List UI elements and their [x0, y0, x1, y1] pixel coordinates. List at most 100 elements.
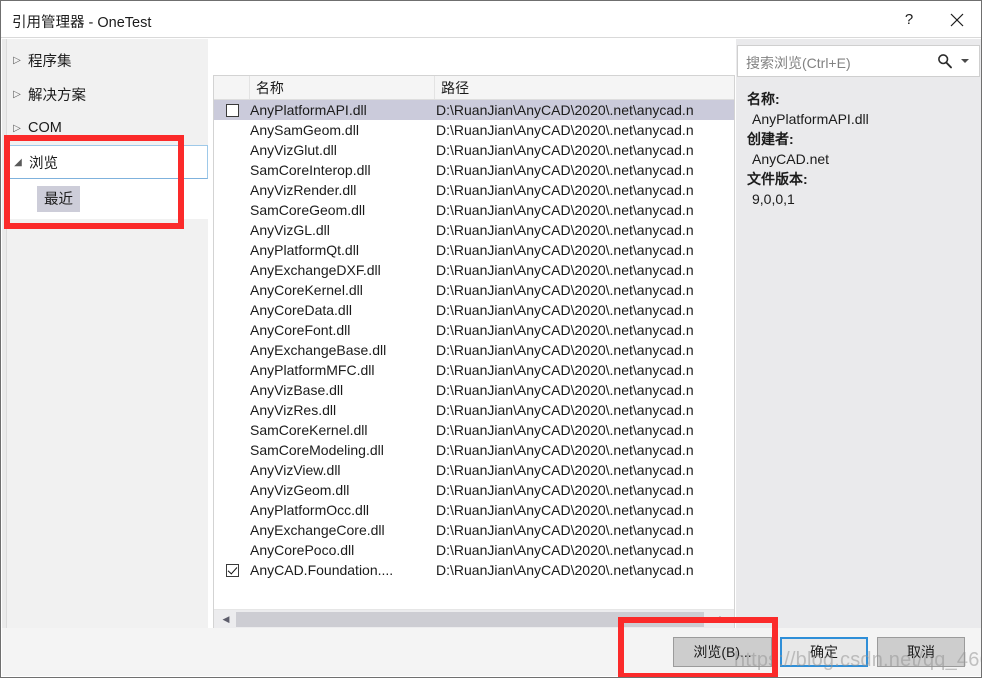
search-input[interactable]: 搜索浏览(Ctrl+E) — [746, 53, 851, 73]
detail-name-value: AnyPlatformAPI.dll — [752, 111, 869, 127]
sidebar-item-label: 浏览 — [29, 155, 58, 172]
row-name-cell: SamCoreGeom.dll — [250, 202, 366, 218]
row-name-cell: AnyVizGL.dll — [250, 222, 330, 238]
row-name-cell: AnyCoreKernel.dll — [250, 282, 363, 298]
question-mark-icon: ? — [904, 11, 914, 28]
row-name-cell: AnyCoreData.dll — [250, 302, 352, 318]
table-row[interactable]: AnyPlatformOcc.dll D:\RuanJian\AnyCAD\202… — [214, 500, 734, 520]
sidebar-item-solution[interactable]: ▷ 解决方案 — [6, 77, 208, 111]
row-path-cell: D:\RuanJian\AnyCAD\2020\.net\anycad.n — [436, 182, 694, 198]
table-row[interactable]: AnyVizGL.dll D:\RuanJian\AnyCAD\2020\.net… — [214, 220, 734, 240]
row-name-cell: SamCoreInterop.dll — [250, 162, 371, 178]
sidebar-item-com[interactable]: ▷ COM — [6, 111, 208, 145]
table-row[interactable]: SamCoreModeling.dll D:\RuanJian\AnyCAD\20… — [214, 440, 734, 460]
chevron-right-icon: ▷ — [13, 54, 21, 66]
row-name-cell: AnyVizRender.dll — [250, 182, 357, 198]
scroll-left-arrow-icon[interactable]: ◀ — [217, 610, 235, 629]
row-path-cell: D:\RuanJian\AnyCAD\2020\.net\anycad.n — [436, 282, 694, 298]
checkbox-icon[interactable] — [225, 103, 239, 117]
row-name-cell: AnyPlatformMFC.dll — [250, 362, 375, 378]
row-path-cell: D:\RuanJian\AnyCAD\2020\.net\anycad.n — [436, 382, 694, 398]
cancel-button[interactable]: 取消 — [877, 637, 965, 667]
horizontal-scrollbar[interactable]: ◀ ▶ — [214, 609, 734, 629]
row-checkbox-cell[interactable] — [214, 103, 250, 117]
selected-item-details: 名称: AnyPlatformAPI.dll 创建者: AnyCAD.net 文… — [747, 89, 977, 209]
row-name-cell: AnyExchangeDXF.dll — [250, 262, 381, 278]
checkbox-checked-icon[interactable] — [225, 563, 239, 577]
column-header-name[interactable]: 名称 — [250, 76, 436, 99]
list-header-row: 名称 路径 — [214, 76, 734, 100]
row-name-cell: AnyCoreFont.dll — [250, 322, 351, 338]
page-title: 引用管理器 - OneTest — [12, 15, 152, 31]
title-bar: 引用管理器 - OneTest ? — [1, 1, 981, 38]
close-button[interactable] — [933, 1, 981, 38]
table-row[interactable]: AnyCoreKernel.dll D:\RuanJian\AnyCAD\2020… — [214, 280, 734, 300]
table-row[interactable]: AnyPlatformMFC.dll D:\RuanJian\AnyCAD\202… — [214, 360, 734, 380]
row-path-cell: D:\RuanJian\AnyCAD\2020\.net\anycad.n — [436, 522, 694, 538]
sidebar-subgroup-browse: 最近 — [6, 179, 208, 219]
row-name-cell: SamCoreModeling.dll — [250, 442, 384, 458]
sidebar-item-assemblies[interactable]: ▷ 程序集 — [6, 43, 208, 77]
row-name-cell: AnyVizBase.dll — [250, 382, 344, 398]
category-tree: ▷ 程序集 ▷ 解决方案 ▷ COM ◢ 浏览 最近 — [2, 39, 208, 630]
table-row[interactable]: AnyVizRes.dll D:\RuanJian\AnyCAD\2020\.ne… — [214, 400, 734, 420]
close-icon — [950, 13, 964, 26]
table-row[interactable]: AnyVizView.dll D:\RuanJian\AnyCAD\2020\.n… — [214, 460, 734, 480]
table-row[interactable]: AnyCoreData.dll D:\RuanJian\AnyCAD\2020\.… — [214, 300, 734, 320]
row-name-cell: AnyPlatformAPI.dll — [250, 102, 367, 118]
scroll-right-arrow-icon[interactable]: ▶ — [714, 610, 732, 629]
row-name-cell: AnyVizView.dll — [250, 462, 341, 478]
table-row[interactable]: AnyExchangeDXF.dll D:\RuanJian\AnyCAD\202… — [214, 260, 734, 280]
table-row[interactable]: AnyVizBase.dll D:\RuanJian\AnyCAD\2020\.n… — [214, 380, 734, 400]
table-row[interactable]: AnySamGeom.dll D:\RuanJian\AnyCAD\2020\.n… — [214, 120, 734, 140]
help-button[interactable]: ? — [885, 1, 933, 38]
row-path-cell: D:\RuanJian\AnyCAD\2020\.net\anycad.n — [436, 262, 694, 278]
row-path-cell: D:\RuanJian\AnyCAD\2020\.net\anycad.n — [436, 422, 694, 438]
column-header-path[interactable]: 路径 — [435, 76, 734, 99]
row-path-cell: D:\RuanJian\AnyCAD\2020\.net\anycad.n — [436, 102, 694, 118]
table-row[interactable]: AnyExchangeCore.dll D:\RuanJian\AnyCAD\20… — [214, 520, 734, 540]
row-path-cell: D:\RuanJian\AnyCAD\2020\.net\anycad.n — [436, 162, 694, 178]
row-path-cell: D:\RuanJian\AnyCAD\2020\.net\anycad.n — [436, 562, 694, 578]
row-path-cell: D:\RuanJian\AnyCAD\2020\.net\anycad.n — [436, 542, 694, 558]
row-name-cell: AnyPlatformQt.dll — [250, 242, 359, 258]
row-path-cell: D:\RuanJian\AnyCAD\2020\.net\anycad.n — [436, 322, 694, 338]
column-header-checkbox[interactable] — [214, 76, 250, 99]
sidebar-item-recent[interactable]: 最近 — [37, 186, 80, 212]
row-path-cell: D:\RuanJian\AnyCAD\2020\.net\anycad.n — [436, 442, 694, 458]
table-row[interactable]: AnyExchangeBase.dll D:\RuanJian\AnyCAD\20… — [214, 340, 734, 360]
chevron-down-icon[interactable] — [961, 59, 969, 63]
table-row[interactable]: SamCoreKernel.dll D:\RuanJian\AnyCAD\2020… — [214, 420, 734, 440]
row-path-cell: D:\RuanJian\AnyCAD\2020\.net\anycad.n — [436, 142, 694, 158]
scrollbar-thumb[interactable] — [236, 612, 704, 627]
table-row[interactable]: AnyVizGeom.dll D:\RuanJian\AnyCAD\2020\.n… — [214, 480, 734, 500]
row-name-cell: AnyPlatformOcc.dll — [250, 502, 370, 518]
search-box[interactable]: 搜索浏览(Ctrl+E) — [737, 45, 980, 77]
details-panel: 搜索浏览(Ctrl+E) 名称: AnyPlatformAPI.dll 创建者:… — [736, 39, 981, 630]
row-path-cell: D:\RuanJian\AnyCAD\2020\.net\anycad.n — [436, 482, 694, 498]
ok-button[interactable]: 确定 — [780, 637, 868, 667]
row-path-cell: D:\RuanJian\AnyCAD\2020\.net\anycad.n — [436, 242, 694, 258]
detail-version-value: 9,0,0,1 — [752, 191, 795, 207]
browse-button[interactable]: 浏览(B)... — [673, 637, 772, 667]
table-row[interactable]: AnyCoreFont.dll D:\RuanJian\AnyCAD\2020\.… — [214, 320, 734, 340]
table-row[interactable]: AnyVizRender.dll D:\RuanJian\AnyCAD\2020\… — [214, 180, 734, 200]
reference-manager-dialog: 引用管理器 - OneTest ? ▷ 程序集 ▷ 解决方案 ▷ COM ◢ 浏… — [0, 0, 982, 678]
row-path-cell: D:\RuanJian\AnyCAD\2020\.net\anycad.n — [436, 122, 694, 138]
table-row[interactable]: AnyPlatformQt.dll D:\RuanJian\AnyCAD\2020… — [214, 240, 734, 260]
table-row[interactable]: AnyCorePoco.dll D:\RuanJian\AnyCAD\2020\.… — [214, 540, 734, 560]
table-row[interactable]: AnyPlatformAPI.dll D:\RuanJian\AnyCAD\202… — [214, 100, 734, 120]
row-checkbox-cell[interactable] — [214, 563, 250, 577]
detail-author-label: 创建者: — [747, 131, 794, 147]
table-row[interactable]: AnyVizGlut.dll D:\RuanJian\AnyCAD\2020\.n… — [214, 140, 734, 160]
search-icon[interactable] — [937, 53, 953, 69]
row-path-cell: D:\RuanJian\AnyCAD\2020\.net\anycad.n — [436, 342, 694, 358]
row-name-cell: AnyCorePoco.dll — [250, 542, 355, 558]
row-path-cell: D:\RuanJian\AnyCAD\2020\.net\anycad.n — [436, 462, 694, 478]
sidebar-item-browse[interactable]: ◢ 浏览 — [6, 145, 208, 179]
sidebar-item-label: 解决方案 — [28, 87, 86, 104]
detail-name-label: 名称: — [747, 91, 780, 107]
table-row[interactable]: AnyCAD.Foundation.... D:\RuanJian\AnyCAD\… — [214, 560, 734, 580]
table-row[interactable]: SamCoreGeom.dll D:\RuanJian\AnyCAD\2020\.… — [214, 200, 734, 220]
table-row[interactable]: SamCoreInterop.dll D:\RuanJian\AnyCAD\202… — [214, 160, 734, 180]
